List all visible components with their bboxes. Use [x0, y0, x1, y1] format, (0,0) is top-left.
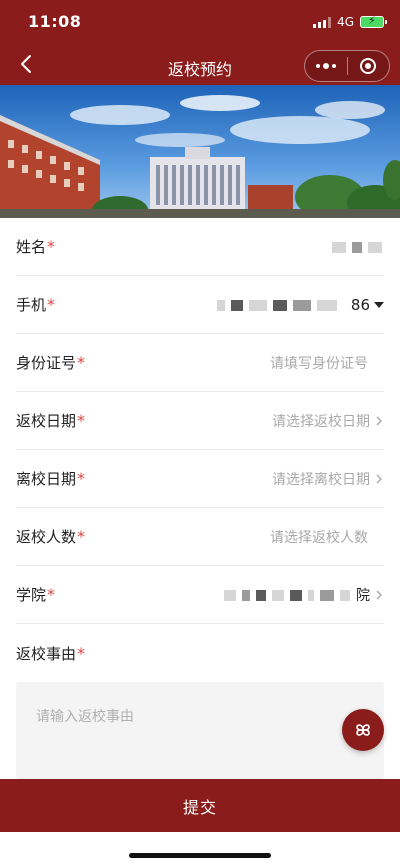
required-mark: *	[77, 353, 86, 372]
leave-date-placeholder: 请选择离校日期	[272, 472, 370, 488]
chevron-right-icon	[376, 474, 382, 484]
dropdown-caret-icon	[374, 302, 384, 308]
id-card-label: 身份证号	[16, 354, 77, 372]
more-button[interactable]	[305, 51, 347, 81]
leave-date-row[interactable]: 离校日期 * 请选择离校日期	[16, 450, 384, 508]
country-code: 86	[350, 296, 370, 314]
reason-textarea[interactable]: 请输入返校事由	[16, 682, 384, 779]
return-count-row[interactable]: 返校人数 * 请选择返校人数	[16, 508, 384, 566]
required-mark: *	[47, 295, 56, 314]
reservation-form: 姓名 * 手机 * 86 身份证号 * 请填写身份证号 返校日期 * 请选择返校日期 离…	[0, 218, 400, 682]
close-program-button[interactable]	[347, 51, 389, 81]
required-mark: *	[47, 237, 56, 256]
network-type: 4G	[337, 15, 354, 29]
battery-icon: ⚡	[360, 14, 387, 28]
status-indicators: 4G ⚡	[313, 14, 387, 30]
reason-row: 返校事由 *	[16, 624, 384, 682]
campus-banner-image	[0, 85, 400, 218]
reason-label: 返校事由	[16, 644, 77, 663]
floating-menu-button[interactable]	[342, 709, 384, 751]
name-value-redacted	[332, 218, 384, 276]
home-indicator	[129, 853, 271, 858]
mini-program-capsule	[304, 50, 390, 82]
college-picker[interactable]: 院	[224, 566, 384, 624]
chevron-right-icon	[376, 416, 382, 426]
required-mark: *	[77, 527, 86, 546]
id-card-row[interactable]: 身份证号 * 请填写身份证号	[16, 334, 384, 392]
id-card-input[interactable]: 请填写身份证号	[270, 334, 368, 392]
reason-placeholder: 请输入返校事由	[36, 709, 134, 725]
phone-row[interactable]: 手机 * 86	[16, 276, 384, 334]
chevron-right-icon	[376, 590, 382, 600]
top-bar: 11:08 4G ⚡ 返校预约	[0, 0, 400, 85]
return-count-label: 返校人数	[16, 528, 77, 546]
return-date-placeholder: 请选择返校日期	[272, 414, 370, 430]
target-icon	[360, 58, 377, 74]
required-mark: *	[77, 411, 86, 430]
return-count-placeholder: 请选择返校人数	[270, 530, 368, 546]
return-date-label: 返校日期	[16, 412, 77, 430]
required-mark: *	[77, 469, 86, 488]
name-label: 姓名	[16, 238, 47, 256]
required-mark: *	[47, 585, 56, 604]
phone-value: 86	[216, 276, 384, 334]
return-count-input[interactable]: 请选择返校人数	[270, 508, 368, 566]
phone-label: 手机	[16, 296, 47, 314]
college-row[interactable]: 学院 * 院	[16, 566, 384, 624]
college-value-tail: 院	[356, 588, 370, 604]
return-date-row[interactable]: 返校日期 * 请选择返校日期	[16, 392, 384, 450]
id-card-placeholder: 请填写身份证号	[270, 356, 368, 372]
more-dots-icon	[315, 63, 336, 69]
leave-date-picker[interactable]: 请选择离校日期	[272, 450, 384, 508]
required-mark: *	[77, 643, 86, 663]
college-label: 学院	[16, 586, 47, 604]
country-code-selector[interactable]: 86	[351, 296, 384, 314]
status-time: 11:08	[28, 12, 82, 31]
name-row[interactable]: 姓名 *	[16, 218, 384, 276]
clover-menu-icon	[356, 724, 370, 736]
return-date-picker[interactable]: 请选择返校日期	[272, 392, 384, 450]
leave-date-label: 离校日期	[16, 470, 77, 488]
signal-icon	[313, 16, 332, 28]
submit-button[interactable]: 提交	[0, 779, 400, 832]
